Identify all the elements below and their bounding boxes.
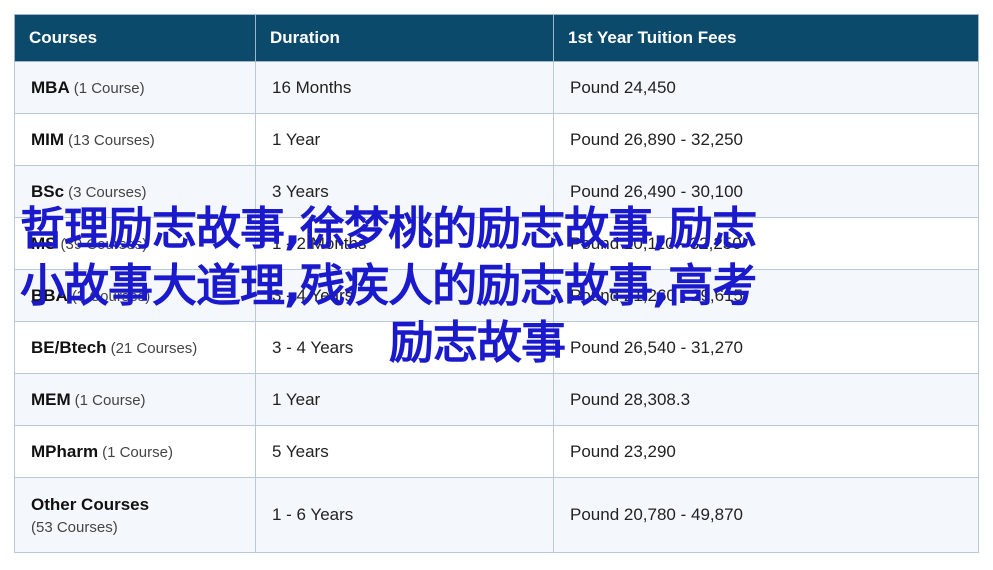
duration-cell: 1 - 6 Years: [255, 477, 554, 553]
fee-cell: Pound 20,780 - 49,870: [553, 477, 979, 553]
course-cell[interactable]: BBA (3 Courses): [14, 269, 256, 322]
course-count: (39 Courses): [60, 235, 148, 253]
course-cell[interactable]: MBA (1 Course): [14, 61, 256, 114]
course-count: (1 Course): [73, 79, 145, 97]
course-cell[interactable]: MEM (1 Course): [14, 373, 256, 426]
fee-cell: Pound 23,290: [553, 425, 979, 478]
duration-cell: 1 Year: [255, 113, 554, 166]
course-name[interactable]: BSc: [31, 182, 64, 201]
fee-cell: Pound 26,540 - 31,270: [553, 321, 979, 374]
course-cell[interactable]: MS (39 Courses): [14, 217, 256, 270]
course-count: (3 Courses): [68, 183, 147, 201]
course-cell[interactable]: MIM (13 Courses): [14, 113, 256, 166]
fee-cell: Pound 20,110 - 32,250: [553, 217, 979, 270]
fee-cell: Pound 24,450: [553, 61, 979, 114]
duration-cell: 1 - 2 Months: [255, 217, 554, 270]
course-name[interactable]: MS: [31, 234, 57, 253]
course-name[interactable]: BBA: [31, 286, 68, 305]
course-name[interactable]: MEM: [31, 390, 71, 409]
course-count: (13 Courses): [68, 131, 155, 149]
table-row: MEM (1 Course) 1 Year Pound 28,308.3: [14, 373, 979, 426]
table-body: MBA (1 Course) 16 Months Pound 24,450 MIM…: [14, 61, 979, 553]
table-row: MPharm (1 Course) 5 Years Pound 23,290: [14, 425, 979, 478]
duration-cell: 3 Years: [255, 165, 554, 218]
header-row: Courses Duration 1st Year Tuition Fees: [14, 14, 979, 62]
header-duration: Duration: [255, 14, 554, 62]
table-row: MIM (13 Courses) 1 Year Pound 26,890 - 32…: [14, 113, 979, 166]
course-count: (1 Course): [74, 391, 146, 409]
fee-cell: Pound 26,490 - 30,100: [553, 165, 979, 218]
course-name[interactable]: BE/Btech: [31, 338, 107, 357]
course-count: (1 Course): [102, 443, 173, 461]
fee-cell: Pound 21,260 - 29,615: [553, 269, 979, 322]
table-row: MBA (1 Course) 16 Months Pound 24,450: [14, 61, 979, 114]
table-row: Other Courses (53 Courses) 1 - 6 Years Po…: [14, 477, 979, 553]
header-courses: Courses: [14, 14, 256, 62]
course-fees-table-container: Courses Duration 1st Year Tuition Fees M…: [14, 14, 979, 553]
duration-cell: 16 Months: [255, 61, 554, 114]
table-header: Courses Duration 1st Year Tuition Fees: [14, 14, 979, 62]
course-cell[interactable]: BSc (3 Courses): [14, 165, 256, 218]
course-count: (21 Courses): [110, 339, 198, 357]
table-row: MS (39 Courses) 1 - 2 Months Pound 20,110…: [14, 217, 979, 270]
duration-cell: 3 - 4 Years: [255, 321, 554, 374]
table-row: BSc (3 Courses) 3 Years Pound 26,490 - 30…: [14, 165, 979, 218]
course-name[interactable]: Other Courses: [31, 495, 149, 514]
course-cell[interactable]: MPharm (1 Course): [14, 425, 256, 478]
duration-cell: 3 - 4 Years: [255, 269, 554, 322]
course-count: (53 Courses): [31, 518, 118, 536]
header-tuition-fees: 1st Year Tuition Fees: [553, 14, 979, 62]
course-name[interactable]: MPharm: [31, 442, 98, 461]
course-fees-table: Courses Duration 1st Year Tuition Fees M…: [14, 14, 979, 553]
duration-cell: 1 Year: [255, 373, 554, 426]
table-row: BE/Btech (21 Courses) 3 - 4 Years Pound 2…: [14, 321, 979, 374]
course-cell[interactable]: BE/Btech (21 Courses): [14, 321, 256, 374]
course-name[interactable]: MBA: [31, 78, 70, 97]
fee-cell: Pound 28,308.3: [553, 373, 979, 426]
table-row: BBA (3 Courses) 3 - 4 Years Pound 21,260 …: [14, 269, 979, 322]
duration-cell: 5 Years: [255, 425, 554, 478]
course-cell[interactable]: Other Courses (53 Courses): [14, 477, 256, 553]
course-count: (3 Courses): [71, 287, 151, 305]
fee-cell: Pound 26,890 - 32,250: [553, 113, 979, 166]
course-name[interactable]: MIM: [31, 130, 64, 149]
